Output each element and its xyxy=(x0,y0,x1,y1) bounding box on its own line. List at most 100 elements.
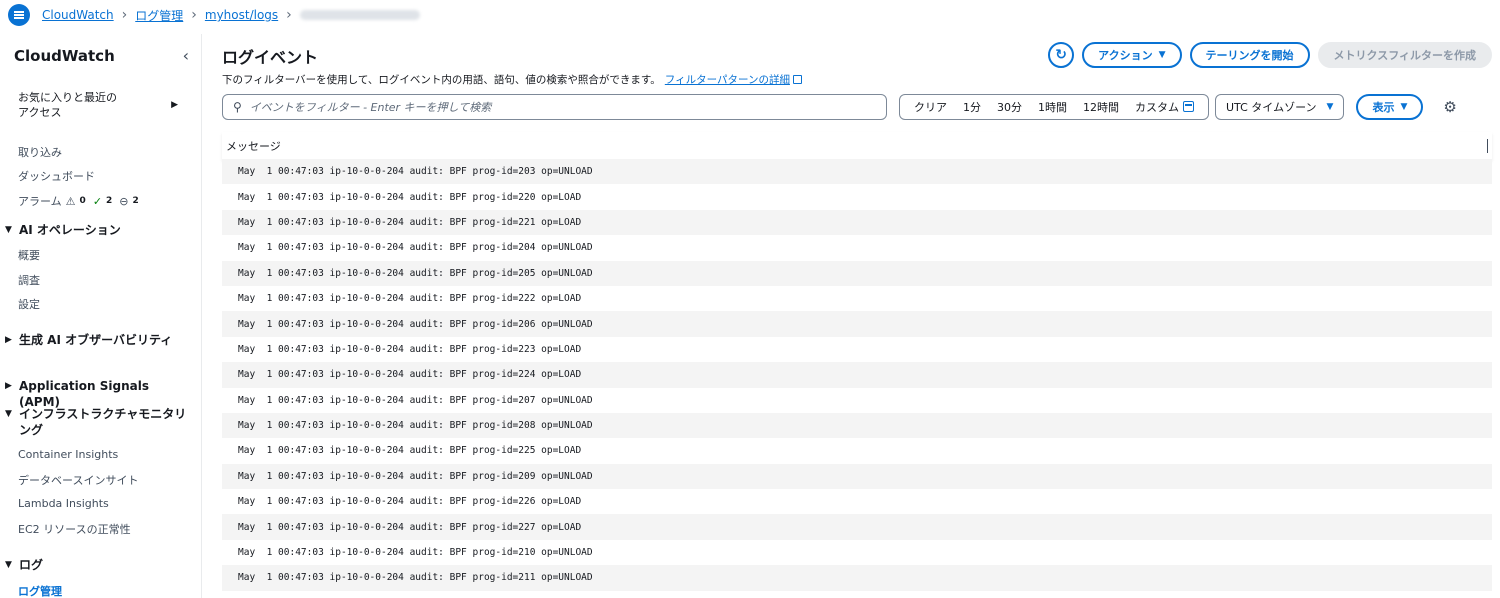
table-row[interactable]: May 1 00:47:03 ip-10-0-0-204 audit: BPF … xyxy=(222,514,1492,540)
table-row[interactable]: May 1 00:47:03 ip-10-0-0-204 audit: BPF … xyxy=(222,311,1492,337)
table-row[interactable]: May 1 00:47:03 ip-10-0-0-204 audit: BPF … xyxy=(222,235,1492,261)
header-actions: ↻ アクション ▼ テーリングを開始 メトリクスフィルターを作成 xyxy=(1048,42,1492,68)
display-button-label: 表示 xyxy=(1372,101,1395,114)
table-row[interactable]: May 1 00:47:03 ip-10-0-0-204 audit: BPF … xyxy=(222,362,1492,388)
sidebar-item-alarm[interactable]: アラーム ⚠ 0 ✓ 2 ⊖ 2 xyxy=(18,193,142,209)
page-title: ログイベント xyxy=(222,48,319,67)
display-button[interactable]: 表示 ▼ xyxy=(1356,94,1424,120)
collapse-sidebar-icon[interactable]: ‹ xyxy=(183,46,189,65)
table-row[interactable]: May 1 00:47:03 ip-10-0-0-204 audit: BPF … xyxy=(222,489,1492,515)
table-row[interactable]: May 1 00:47:03 ip-10-0-0-204 audit: BPF … xyxy=(222,159,1492,185)
range-1h-button[interactable]: 1時間 xyxy=(1030,99,1075,115)
sidebar-favorites-label: お気に入りと最近の アクセス xyxy=(18,91,117,119)
sidebar-section-ai-ops[interactable]: ▼ AI オペレーション xyxy=(5,222,195,238)
main-content: ログイベント 下のフィルターバーを使用して、ログイベント内の用語、語句、値の検索… xyxy=(222,34,1492,598)
caret-down-icon: ▼ xyxy=(1158,50,1166,60)
sidebar-item-db-insights[interactable]: データベースインサイト xyxy=(18,472,138,488)
timezone-select[interactable]: UTC タイムゾーン ▼ xyxy=(1215,94,1345,120)
warning-icon: ⚠ xyxy=(65,194,76,208)
caret-down-icon: ▼ xyxy=(5,560,12,570)
table-row[interactable]: May 1 00:47:03 ip-10-0-0-204 audit: BPF … xyxy=(222,412,1492,439)
alarm-count-insufficient: 2 xyxy=(132,196,139,206)
column-header-message[interactable]: メッセージ xyxy=(226,138,281,154)
sidebar-title: CloudWatch xyxy=(14,46,115,65)
top-bar: CloudWatch › ログ管理 › myhost/logs › xyxy=(0,0,1500,30)
refresh-icon: ↻ xyxy=(1055,47,1068,63)
search-input[interactable] xyxy=(249,100,870,114)
sidebar-item-ec2-health[interactable]: EC2 リソースの正常性 xyxy=(18,521,131,537)
page-description: 下のフィルターバーを使用して、ログイベント内の用語、語句、値の検索や照合ができま… xyxy=(222,72,802,87)
table-row[interactable]: May 1 00:47:03 ip-10-0-0-204 audit: BPF … xyxy=(222,438,1492,464)
gear-icon[interactable]: ⚙ xyxy=(1443,98,1456,116)
table-row[interactable]: May 1 00:47:03 ip-10-0-0-204 audit: BPF … xyxy=(222,285,1492,312)
caret-down-icon: ▼ xyxy=(1400,102,1408,112)
table-row[interactable]: May 1 00:47:03 ip-10-0-0-204 audit: BPF … xyxy=(222,387,1492,413)
filter-bar: ⚲ クリア 1分 30分 1時間 12時間 カスタム UTC タイムゾーン ▼ 表… xyxy=(222,94,1492,120)
caret-right-icon: ▶ xyxy=(171,99,178,110)
range-1m-button[interactable]: 1分 xyxy=(955,99,989,115)
sidebar-favorites[interactable]: お気に入りと最近の アクセス ▶ xyxy=(18,90,178,120)
table-row[interactable]: May 1 00:47:03 ip-10-0-0-204 audit: BPF … xyxy=(222,184,1492,210)
sidebar-item-log-management[interactable]: ログ管理 xyxy=(18,583,62,598)
sidebar-item-ingest[interactable]: 取り込み xyxy=(18,144,62,160)
search-box[interactable]: ⚲ xyxy=(222,94,887,120)
sidebar: CloudWatch ‹ お気に入りと最近の アクセス ▶ 取り込み ダッシュボ… xyxy=(0,34,202,598)
table-row[interactable]: May 1 00:47:03 ip-10-0-0-204 audit: BPF … xyxy=(222,565,1492,591)
sidebar-item-overview[interactable]: 概要 xyxy=(18,247,40,263)
breadcrumb-log-management[interactable]: ログ管理 xyxy=(135,7,183,24)
actions-button-label: アクション xyxy=(1098,49,1153,62)
sidebar-header: CloudWatch ‹ xyxy=(14,46,189,65)
table-row[interactable]: May 1 00:47:03 ip-10-0-0-204 audit: BPF … xyxy=(222,209,1492,236)
caret-right-icon: ▶ xyxy=(5,381,12,391)
sidebar-section-genai[interactable]: ▶ 生成 AI オブザーバビリティ xyxy=(5,332,195,348)
actions-button[interactable]: アクション ▼ xyxy=(1082,42,1182,68)
chevron-right-icon: › xyxy=(121,7,128,23)
table-row[interactable]: May 1 00:47:03 ip-10-0-0-204 audit: BPF … xyxy=(222,463,1492,490)
range-12h-button[interactable]: 12時間 xyxy=(1075,99,1127,115)
timezone-select-value: UTC タイムゾーン xyxy=(1226,101,1317,114)
sidebar-item-investigate[interactable]: 調査 xyxy=(18,272,40,288)
caret-down-icon: ▼ xyxy=(5,409,12,419)
minus-circle-icon: ⊖ xyxy=(119,194,129,208)
sidebar-item-container-insights[interactable]: Container Insights xyxy=(18,448,118,461)
breadcrumb-log-stream-redacted[interactable] xyxy=(299,10,420,20)
chevron-right-icon: › xyxy=(191,7,197,23)
breadcrumb-log-group[interactable]: myhost/logs xyxy=(205,8,278,22)
range-custom-button[interactable]: カスタム xyxy=(1127,99,1202,115)
filter-pattern-link[interactable]: フィルターパターンの詳細 xyxy=(665,74,790,86)
alarm-count-ok: 2 xyxy=(106,196,113,206)
alarm-count-in-alarm: 0 xyxy=(79,196,86,206)
sidebar-item-dashboard[interactable]: ダッシュボード xyxy=(18,168,95,184)
caret-down-icon: ▼ xyxy=(5,225,12,235)
sidebar-section-infra[interactable]: ▼ インフラストラクチャモニタリング xyxy=(5,406,195,438)
search-icon: ⚲ xyxy=(233,100,242,114)
page-description-text: 下のフィルターバーを使用して、ログイベント内の用語、語句、値の検索や照合ができま… xyxy=(222,74,661,86)
create-metric-filter-button[interactable]: メトリクスフィルターを作成 xyxy=(1317,42,1492,68)
menu-icon[interactable] xyxy=(8,4,30,26)
sidebar-item-lambda-insights[interactable]: Lambda Insights xyxy=(18,497,109,510)
breadcrumb-cloudwatch[interactable]: CloudWatch xyxy=(42,8,114,22)
table-row[interactable]: May 1 00:47:03 ip-10-0-0-204 audit: BPF … xyxy=(222,336,1492,363)
table-row[interactable]: May 1 00:47:03 ip-10-0-0-204 audit: BPF … xyxy=(222,539,1492,566)
calendar-icon xyxy=(1183,101,1194,112)
sidebar-section-genai-label: 生成 AI オブザーバビリティ xyxy=(19,333,173,347)
chevron-right-icon: › xyxy=(286,7,292,23)
time-range-selector: クリア 1分 30分 1時間 12時間 カスタム xyxy=(899,94,1209,120)
log-events-table: May 1 00:47:03 ip-10-0-0-204 audit: BPF … xyxy=(222,159,1492,591)
refresh-button[interactable]: ↻ xyxy=(1048,42,1075,68)
range-clear-button[interactable]: クリア xyxy=(906,99,955,115)
sidebar-item-settings[interactable]: 設定 xyxy=(18,296,40,312)
table-row[interactable]: May 1 00:47:03 ip-10-0-0-204 audit: BPF … xyxy=(222,260,1492,286)
sidebar-section-logs[interactable]: ▼ ログ xyxy=(5,557,195,573)
start-tailing-button[interactable]: テーリングを開始 xyxy=(1189,42,1310,68)
table-column-header: メッセージ xyxy=(222,132,1492,160)
caret-down-icon: ▼ xyxy=(1326,102,1334,112)
external-link-icon xyxy=(792,75,802,84)
sidebar-section-logs-label: ログ xyxy=(19,558,44,572)
range-30m-button[interactable]: 30分 xyxy=(989,99,1030,115)
sidebar-item-alarm-label: アラーム xyxy=(18,195,62,208)
column-resize-handle[interactable] xyxy=(1487,138,1488,153)
caret-right-icon: ▶ xyxy=(5,335,12,345)
sidebar-section-infra-label: インフラストラクチャモニタリング xyxy=(19,407,187,437)
range-custom-label: カスタム xyxy=(1135,101,1179,114)
